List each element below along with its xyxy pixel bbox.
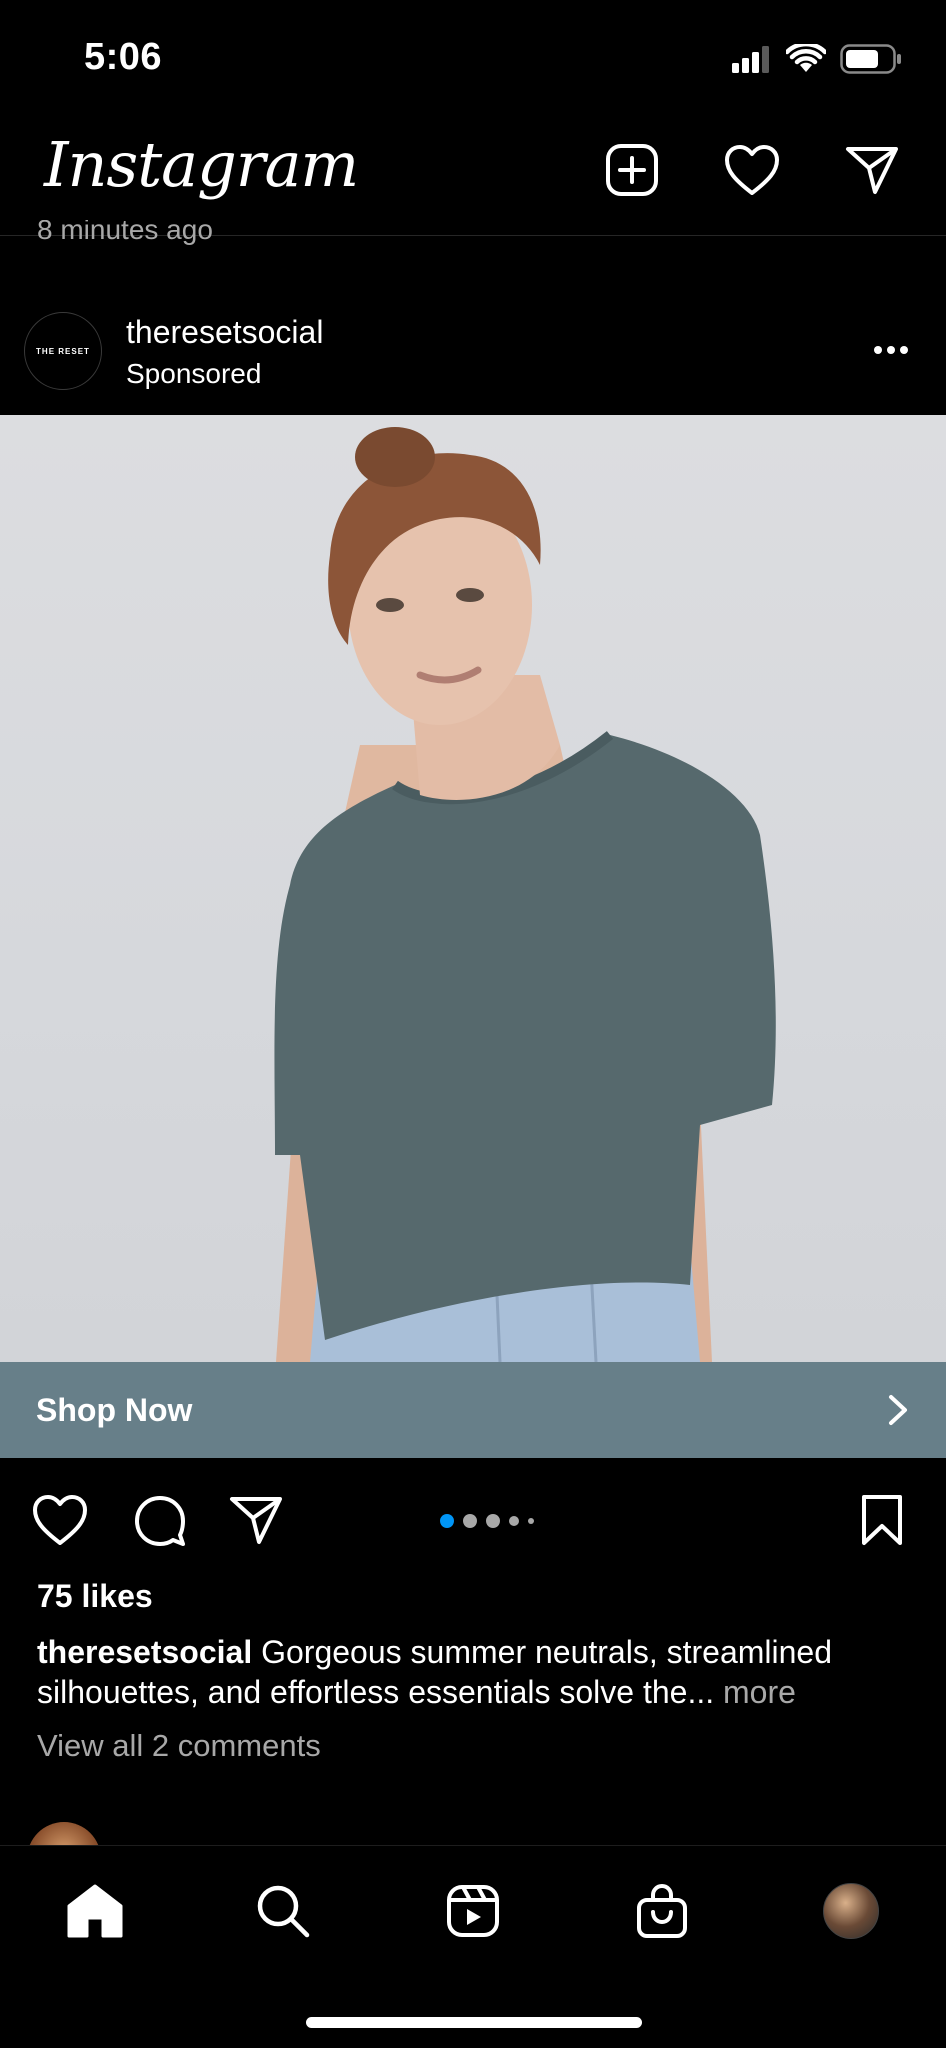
- view-comments-link[interactable]: View all 2 comments: [37, 1728, 321, 1764]
- activity-button[interactable]: [722, 140, 782, 200]
- header-actions: [602, 140, 902, 200]
- post-author-avatar[interactable]: THE RESET: [24, 312, 102, 390]
- caption-more-link[interactable]: more: [723, 1674, 796, 1710]
- likes-count[interactable]: 75 likes: [37, 1578, 153, 1615]
- home-icon: [67, 1884, 123, 1938]
- previous-post-timestamp: 8 minutes ago: [37, 220, 213, 245]
- shop-now-label: Shop Now: [36, 1391, 193, 1428]
- new-post-icon: [606, 144, 658, 196]
- post-caption: theresetsocial Gorgeous summer neutrals,…: [37, 1632, 917, 1712]
- avatar-brand-text: THE RESET: [36, 346, 90, 356]
- post-options-button[interactable]: [866, 330, 916, 370]
- share-icon: [230, 1497, 282, 1544]
- carousel-dot: [528, 1518, 534, 1524]
- caption-username[interactable]: theresetsocial: [37, 1634, 252, 1670]
- status-time: 5:06: [84, 36, 163, 78]
- battery-icon: [840, 44, 901, 74]
- post-actions: [0, 1482, 946, 1552]
- cellular-signal-icon: [732, 46, 769, 73]
- chevron-right-icon: [889, 1395, 907, 1425]
- status-icons: [732, 44, 902, 74]
- comment-icon: [135, 1496, 185, 1546]
- bookmark-icon: [862, 1495, 902, 1545]
- nav-profile[interactable]: [816, 1876, 886, 1946]
- shop-now-button[interactable]: Shop Now: [0, 1362, 946, 1458]
- instagram-logo[interactable]: Instagram: [44, 128, 359, 201]
- nav-home[interactable]: [60, 1876, 130, 1946]
- wifi-icon: [786, 44, 826, 72]
- status-bar: 5:06: [0, 0, 946, 118]
- carousel-dot: [486, 1514, 500, 1528]
- nav-search[interactable]: [248, 1876, 318, 1946]
- nav-shop[interactable]: [627, 1876, 697, 1946]
- search-icon: [257, 1885, 310, 1938]
- share-button[interactable]: [226, 1490, 286, 1550]
- carousel-dot-active: [440, 1514, 454, 1528]
- carousel-dot: [463, 1514, 477, 1528]
- new-post-button[interactable]: [602, 140, 662, 200]
- app-header: Instagram: [0, 118, 946, 236]
- save-button[interactable]: [852, 1490, 912, 1550]
- more-dot-icon: [900, 346, 908, 354]
- post-header: THE RESET theresetsocial Sponsored: [0, 300, 946, 415]
- reels-icon: [447, 1885, 499, 1937]
- sponsored-label: Sponsored: [126, 358, 262, 389]
- more-dot-icon: [874, 346, 882, 354]
- like-icon: [33, 1495, 87, 1545]
- direct-messages-button[interactable]: [842, 140, 902, 200]
- heart-icon: [725, 145, 779, 195]
- post-image[interactable]: [0, 415, 946, 1362]
- comment-button[interactable]: [130, 1490, 190, 1550]
- model-photo: [274, 427, 776, 1362]
- profile-avatar: [823, 1883, 879, 1939]
- direct-message-icon: [846, 147, 898, 194]
- home-indicator[interactable]: [306, 2017, 642, 2028]
- nav-reels[interactable]: [438, 1876, 508, 1946]
- like-button[interactable]: [30, 1490, 90, 1550]
- carousel-dot: [509, 1516, 519, 1526]
- carousel-indicator: [440, 1514, 534, 1528]
- post-username[interactable]: theresetsocial: [126, 314, 323, 351]
- more-dot-icon: [887, 346, 895, 354]
- shop-icon: [637, 1883, 687, 1938]
